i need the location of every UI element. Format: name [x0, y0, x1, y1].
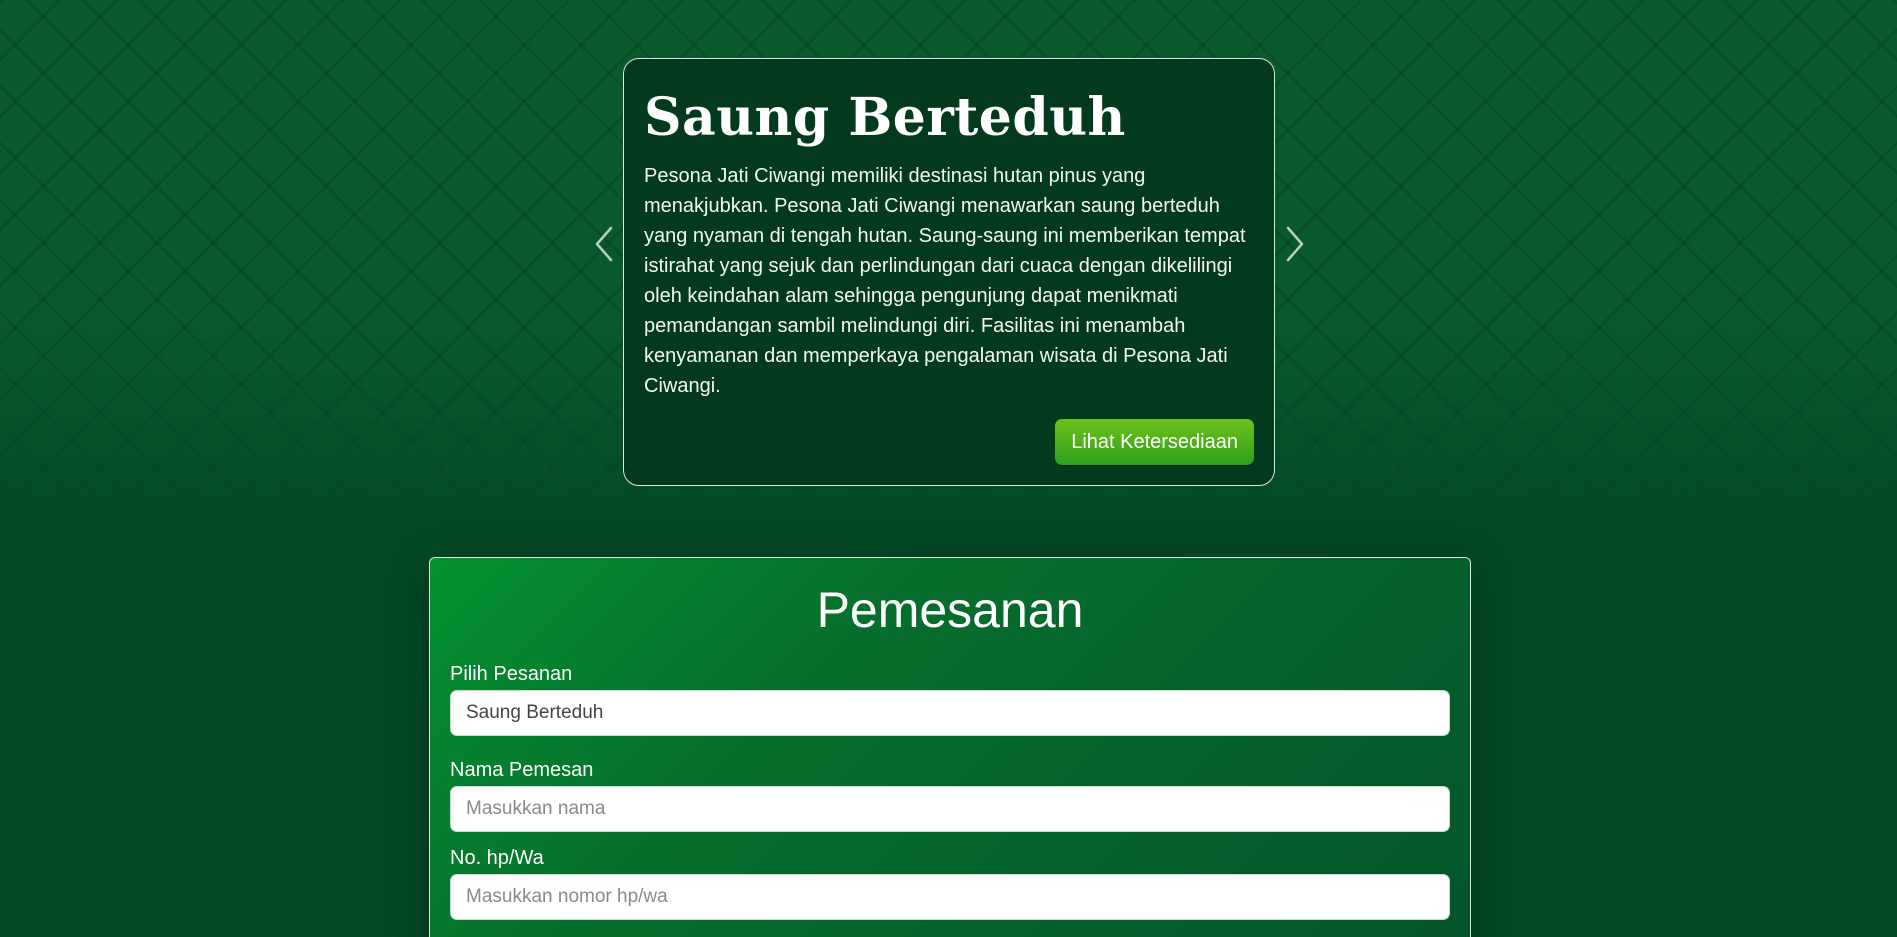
- slide-title: Saung Berteduh: [644, 87, 1126, 148]
- check-availability-button[interactable]: Lihat Ketersediaan: [1055, 419, 1254, 465]
- chevron-right-icon: [1286, 226, 1304, 262]
- carousel-next-button[interactable]: [1280, 222, 1310, 266]
- order-type-label: Pilih Pesanan: [450, 663, 573, 685]
- carousel-prev-button[interactable]: [589, 222, 619, 266]
- carousel-slide-card: Saung Berteduh Pesona Jati Ciwangi memil…: [623, 58, 1275, 486]
- order-type-field[interactable]: [450, 690, 1450, 736]
- customer-name-label: Nama Pemesan: [450, 759, 594, 781]
- phone-group: No. hp/Wa: [450, 846, 1450, 920]
- chevron-left-icon: [595, 226, 613, 262]
- customer-name-input[interactable]: [450, 786, 1450, 832]
- slide-description: Pesona Jati Ciwangi memiliki destinasi h…: [644, 165, 1246, 397]
- order-type-group: Pilih Pesanan: [450, 662, 1450, 736]
- phone-label: No. hp/Wa: [450, 847, 544, 869]
- form-title: Pemesanan: [816, 582, 1084, 638]
- customer-name-group: Nama Pemesan: [450, 758, 1450, 832]
- hero-section: Saung Berteduh Pesona Jati Ciwangi memil…: [0, 0, 1897, 500]
- booking-form: Pemesanan Pilih Pesanan Nama Pemesan No.…: [429, 557, 1471, 937]
- phone-input[interactable]: [450, 874, 1450, 920]
